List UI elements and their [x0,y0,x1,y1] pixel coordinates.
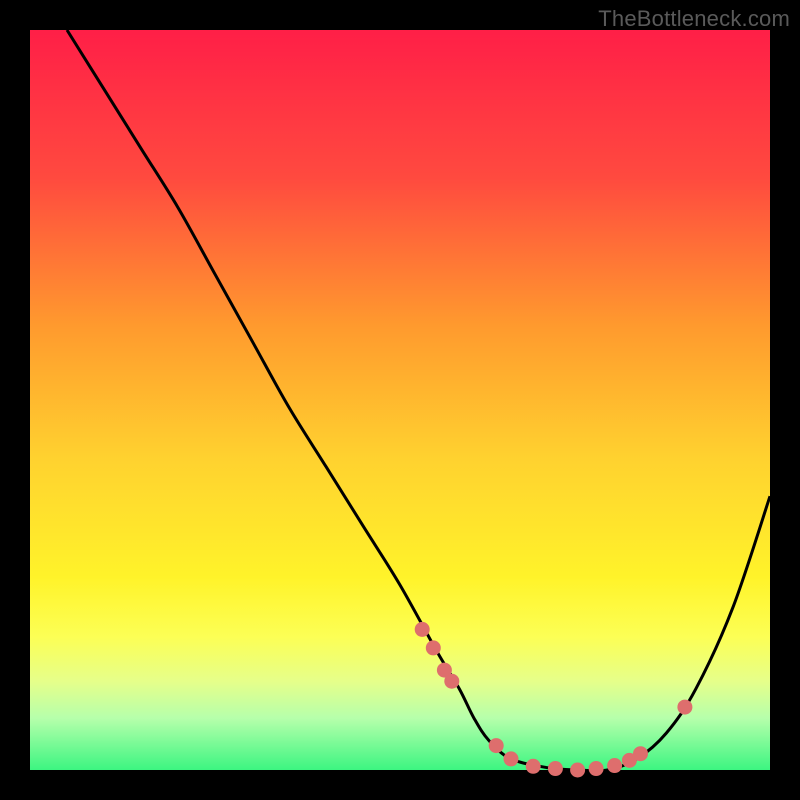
plot-area [30,30,770,770]
data-marker [415,622,430,637]
bottleneck-curve [67,30,770,771]
data-marker [526,759,541,774]
marker-group [415,622,693,778]
chart-stage: TheBottleneck.com [0,0,800,800]
data-marker [444,674,459,689]
data-marker [570,763,585,778]
data-marker [589,761,604,776]
data-marker [548,761,563,776]
watermark-text: TheBottleneck.com [598,6,790,32]
data-marker [489,738,504,753]
data-marker [426,640,441,655]
data-marker [504,751,519,766]
data-marker [677,700,692,715]
data-marker [633,746,648,761]
data-marker [607,758,622,773]
curve-layer [30,30,770,770]
